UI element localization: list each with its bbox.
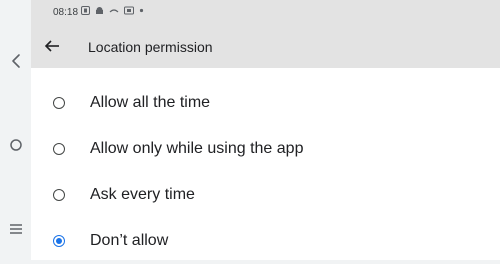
system-navigation-bar bbox=[0, 0, 32, 260]
option-label: Ask every time bbox=[90, 186, 195, 203]
radio-button[interactable] bbox=[53, 189, 65, 201]
permission-options-list: Allow all the time Allow only while usin… bbox=[31, 68, 500, 260]
dot-icon bbox=[139, 8, 144, 13]
app-bar: Location permission bbox=[31, 26, 500, 68]
nav-back-button[interactable] bbox=[6, 51, 26, 71]
back-button[interactable] bbox=[41, 35, 63, 57]
screen-record-icon bbox=[124, 6, 134, 15]
status-bar: 08:18 bbox=[31, 0, 500, 26]
option-label: Allow only while using the app bbox=[90, 140, 304, 157]
option-dont-allow[interactable]: Don’t allow bbox=[31, 218, 500, 264]
option-ask-every-time[interactable]: Ask every time bbox=[31, 172, 500, 218]
recents-menu-icon bbox=[10, 224, 22, 234]
back-arrow-icon bbox=[44, 40, 59, 52]
back-chevron-icon bbox=[12, 54, 20, 68]
nav-home-button[interactable] bbox=[6, 135, 26, 155]
radio-button[interactable] bbox=[53, 97, 65, 109]
home-circle-icon bbox=[10, 139, 22, 151]
nav-recents-button[interactable] bbox=[6, 219, 26, 239]
option-label: Allow all the time bbox=[90, 94, 211, 111]
page-title: Location permission bbox=[88, 39, 213, 55]
option-label: Don’t allow bbox=[90, 232, 169, 249]
radio-button-selected[interactable] bbox=[53, 235, 65, 247]
option-allow-all-the-time[interactable]: Allow all the time bbox=[31, 80, 500, 126]
status-icons bbox=[81, 6, 144, 15]
android-icon bbox=[96, 7, 103, 14]
radio-button[interactable] bbox=[53, 143, 65, 155]
cast-icon bbox=[109, 9, 119, 13]
notification-icon bbox=[81, 6, 90, 15]
option-allow-while-using-app[interactable]: Allow only while using the app bbox=[31, 126, 500, 172]
status-clock: 08:18 bbox=[53, 7, 79, 18]
